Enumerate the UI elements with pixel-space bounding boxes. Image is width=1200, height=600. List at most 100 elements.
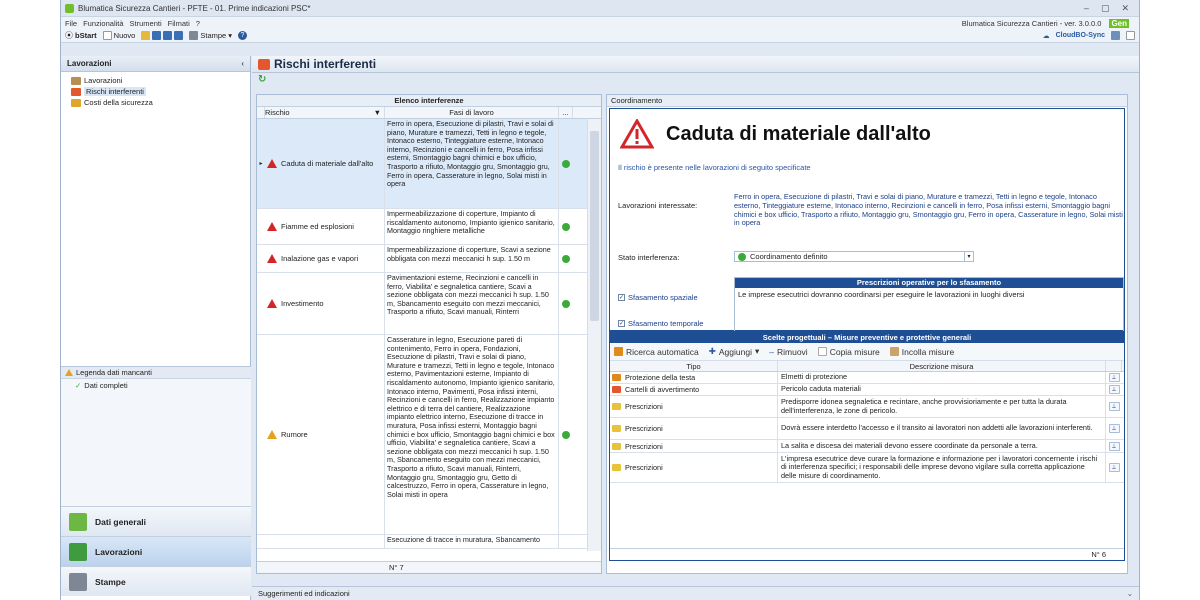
aggiungi-button[interactable]: ✚ Aggiungi ▾ <box>709 346 760 357</box>
sfasamento-spaziale-checkbox[interactable]: ✓ Sfasamento spaziale <box>618 293 698 302</box>
warning-icon <box>267 222 277 231</box>
table-row[interactable]: Inalazione gas e vapori Impermeabilizzaz… <box>257 245 587 273</box>
refresh-icon[interactable]: ↻ <box>258 74 266 85</box>
close-button[interactable]: ✕ <box>1121 3 1129 14</box>
rischi-icon <box>71 87 81 96</box>
column-fasi[interactable]: Fasi di lavoro <box>385 107 559 118</box>
edit-button[interactable]: ⟂ <box>1108 385 1120 394</box>
complete-icon <box>562 254 570 263</box>
nav-dati-generali-button[interactable]: Dati generali <box>61 506 251 536</box>
nav-lavorazioni-button[interactable]: Lavorazioni <box>61 536 251 566</box>
fasi-cell: Esecuzione di tracce in muratura, Sbanca… <box>385 535 559 548</box>
tree-item-lavorazioni[interactable]: Lavorazioni <box>67 75 244 86</box>
settings-icon[interactable] <box>1111 31 1120 40</box>
fasi-cell: Impermeabilizzazione di coperture, Impia… <box>385 209 559 244</box>
copia-misure-button[interactable]: Copia misure <box>817 347 880 357</box>
cloud-sync-button[interactable]: CloudBO-Sync <box>1056 32 1105 39</box>
complete-icon <box>562 430 570 439</box>
lavorazioni-nav-icon <box>69 542 87 561</box>
menu-file[interactable]: File <box>65 19 77 28</box>
column-rischio[interactable]: Rischio ▼ <box>265 107 385 118</box>
edit-button[interactable]: ⟂ <box>1108 463 1120 472</box>
export-icon[interactable] <box>174 31 184 40</box>
save-as-icon[interactable] <box>163 31 173 40</box>
warning-icon <box>267 299 277 308</box>
table-row[interactable]: Protezione della testa Elmetti di protez… <box>610 372 1124 384</box>
lavorazioni-icon <box>71 76 81 85</box>
edit-button[interactable]: ⟂ <box>1108 373 1120 382</box>
rimuovi-button[interactable]: – Rimuovi <box>769 347 807 357</box>
table-row[interactable]: Cartelli di avvertimento Pericolo caduta… <box>610 384 1124 396</box>
save-icon[interactable] <box>152 31 162 40</box>
menu-funzionalita[interactable]: Funzionalità <box>83 19 123 28</box>
column-descrizione[interactable]: Descrizione misura <box>778 361 1106 371</box>
checkbox-label: Sfasamento temporale <box>628 319 704 328</box>
row-indicator <box>257 273 265 334</box>
bstart-label: bStart <box>75 31 97 40</box>
desc-cell: La salita e discesa dei materiali devono… <box>778 440 1106 452</box>
tree-item-costi-sicurezza[interactable]: Costi della sicurezza <box>67 97 244 108</box>
desc-cell: L'impresa esecutrice deve curare la form… <box>778 453 1106 482</box>
chevron-down-icon: ▾ <box>228 31 232 40</box>
minimize-button[interactable]: – <box>1084 3 1089 14</box>
table-row[interactable]: Prescrizioni L'impresa esecutrice deve c… <box>610 453 1124 483</box>
sfasamento-temporale-checkbox[interactable]: ✓ Sfasamento temporale <box>618 319 703 328</box>
column-tipo[interactable]: Tipo <box>610 361 778 371</box>
open-folder-icon[interactable] <box>141 31 151 40</box>
print-icon <box>189 31 199 40</box>
collapse-sidebar-button[interactable]: ‹ <box>241 59 244 68</box>
button-label: Rimuovi <box>777 346 808 357</box>
bstart-button[interactable]: ⦿ bStart <box>65 30 97 41</box>
tree-item-rischi-interferenti[interactable]: Rischi interferenti <box>67 86 244 97</box>
complete-icon <box>738 252 746 261</box>
filter-icon[interactable]: ▼ <box>374 108 381 117</box>
expand-status-button[interactable]: ⌄ <box>1127 589 1133 598</box>
column-more[interactable]: ... <box>559 107 573 118</box>
table-row[interactable]: Prescrizioni La salita e discesa dei mat… <box>610 440 1124 453</box>
grid-scrollbar[interactable] <box>587 119 601 551</box>
menu-bar: File Funzionalità Strumenti Filmati ? Bl… <box>61 17 1139 29</box>
fasi-cell: Ferro in opera, Esecuzione di pilastri, … <box>385 119 559 208</box>
nuovo-button[interactable]: Nuovo <box>102 31 136 40</box>
rischio-cell: Investimento <box>281 299 324 308</box>
sidebar-header: Lavorazioni ‹ <box>61 56 250 72</box>
complete-icon <box>562 299 570 308</box>
stampe-menu-button[interactable]: Stampe ▾ <box>189 31 232 40</box>
nuovo-label: Nuovo <box>113 31 136 40</box>
menu-help[interactable]: ? <box>196 19 200 28</box>
edit-button[interactable]: ⟂ <box>1108 441 1120 451</box>
nav-stampe-button[interactable]: Stampe <box>61 566 251 596</box>
table-row[interactable]: Investimento Pavimentazioni esterne, Rec… <box>257 273 587 335</box>
prescrizioni-text[interactable]: Le imprese esecutrici dovranno coordinar… <box>735 288 1123 301</box>
chevron-down-icon[interactable]: ▾ <box>964 252 973 261</box>
table-row[interactable]: Fiamme ed esplosioni Impermeabilizzazion… <box>257 209 587 245</box>
row-pointer-icon: ▸ <box>259 161 263 167</box>
help-icon[interactable]: ? <box>237 31 247 40</box>
edit-button[interactable]: ⟂ <box>1108 402 1120 411</box>
menu-strumenti[interactable]: Strumenti <box>130 19 162 28</box>
misure-footer: N° 6 <box>610 548 1124 560</box>
table-row[interactable]: ▸ Caduta di materiale dall'alto Ferro in… <box>257 119 587 209</box>
scrollbar-thumb[interactable] <box>590 131 599 321</box>
desc-cell: Pericolo caduta materiali <box>778 384 1106 395</box>
cloud-icon: ☁ <box>1042 32 1050 40</box>
refresh-bar: ↻ <box>252 73 1139 85</box>
table-row[interactable]: Prescrizioni Dovrà essere interdetto l'a… <box>610 418 1124 440</box>
menu-filmati[interactable]: Filmati <box>168 19 190 28</box>
table-row[interactable]: Rumore Casserature in legno, Esecuzione … <box>257 335 587 535</box>
tipo-cell: Prescrizioni <box>622 396 778 417</box>
document-icon[interactable] <box>1126 31 1135 40</box>
window-title: Blumatica Sicurezza Cantieri - PFTE - 01… <box>78 3 311 13</box>
legend-title: Legenda dati mancanti <box>76 368 152 377</box>
maximize-button[interactable]: ▢ <box>1101 3 1110 14</box>
checkbox-checked-icon: ✓ <box>618 294 625 301</box>
warning-icon <box>620 119 654 149</box>
incolla-misure-button[interactable]: Incolla misure <box>889 347 954 357</box>
fasi-cell: Impermeabilizzazione di coperture, Scavi… <box>385 245 559 272</box>
ricerca-automatica-button[interactable]: Ricerca automatica <box>614 347 699 357</box>
edit-button[interactable]: ⟂ <box>1108 424 1120 433</box>
tab-coordinamento[interactable]: Coordinamento <box>607 95 1127 107</box>
table-row[interactable]: Prescrizioni Predisporre idonea segnalet… <box>610 396 1124 418</box>
table-row[interactable]: Esecuzione di tracce in muratura, Sbanca… <box>257 535 587 549</box>
stato-select[interactable]: Coordinamento definito ▾ <box>734 251 974 262</box>
